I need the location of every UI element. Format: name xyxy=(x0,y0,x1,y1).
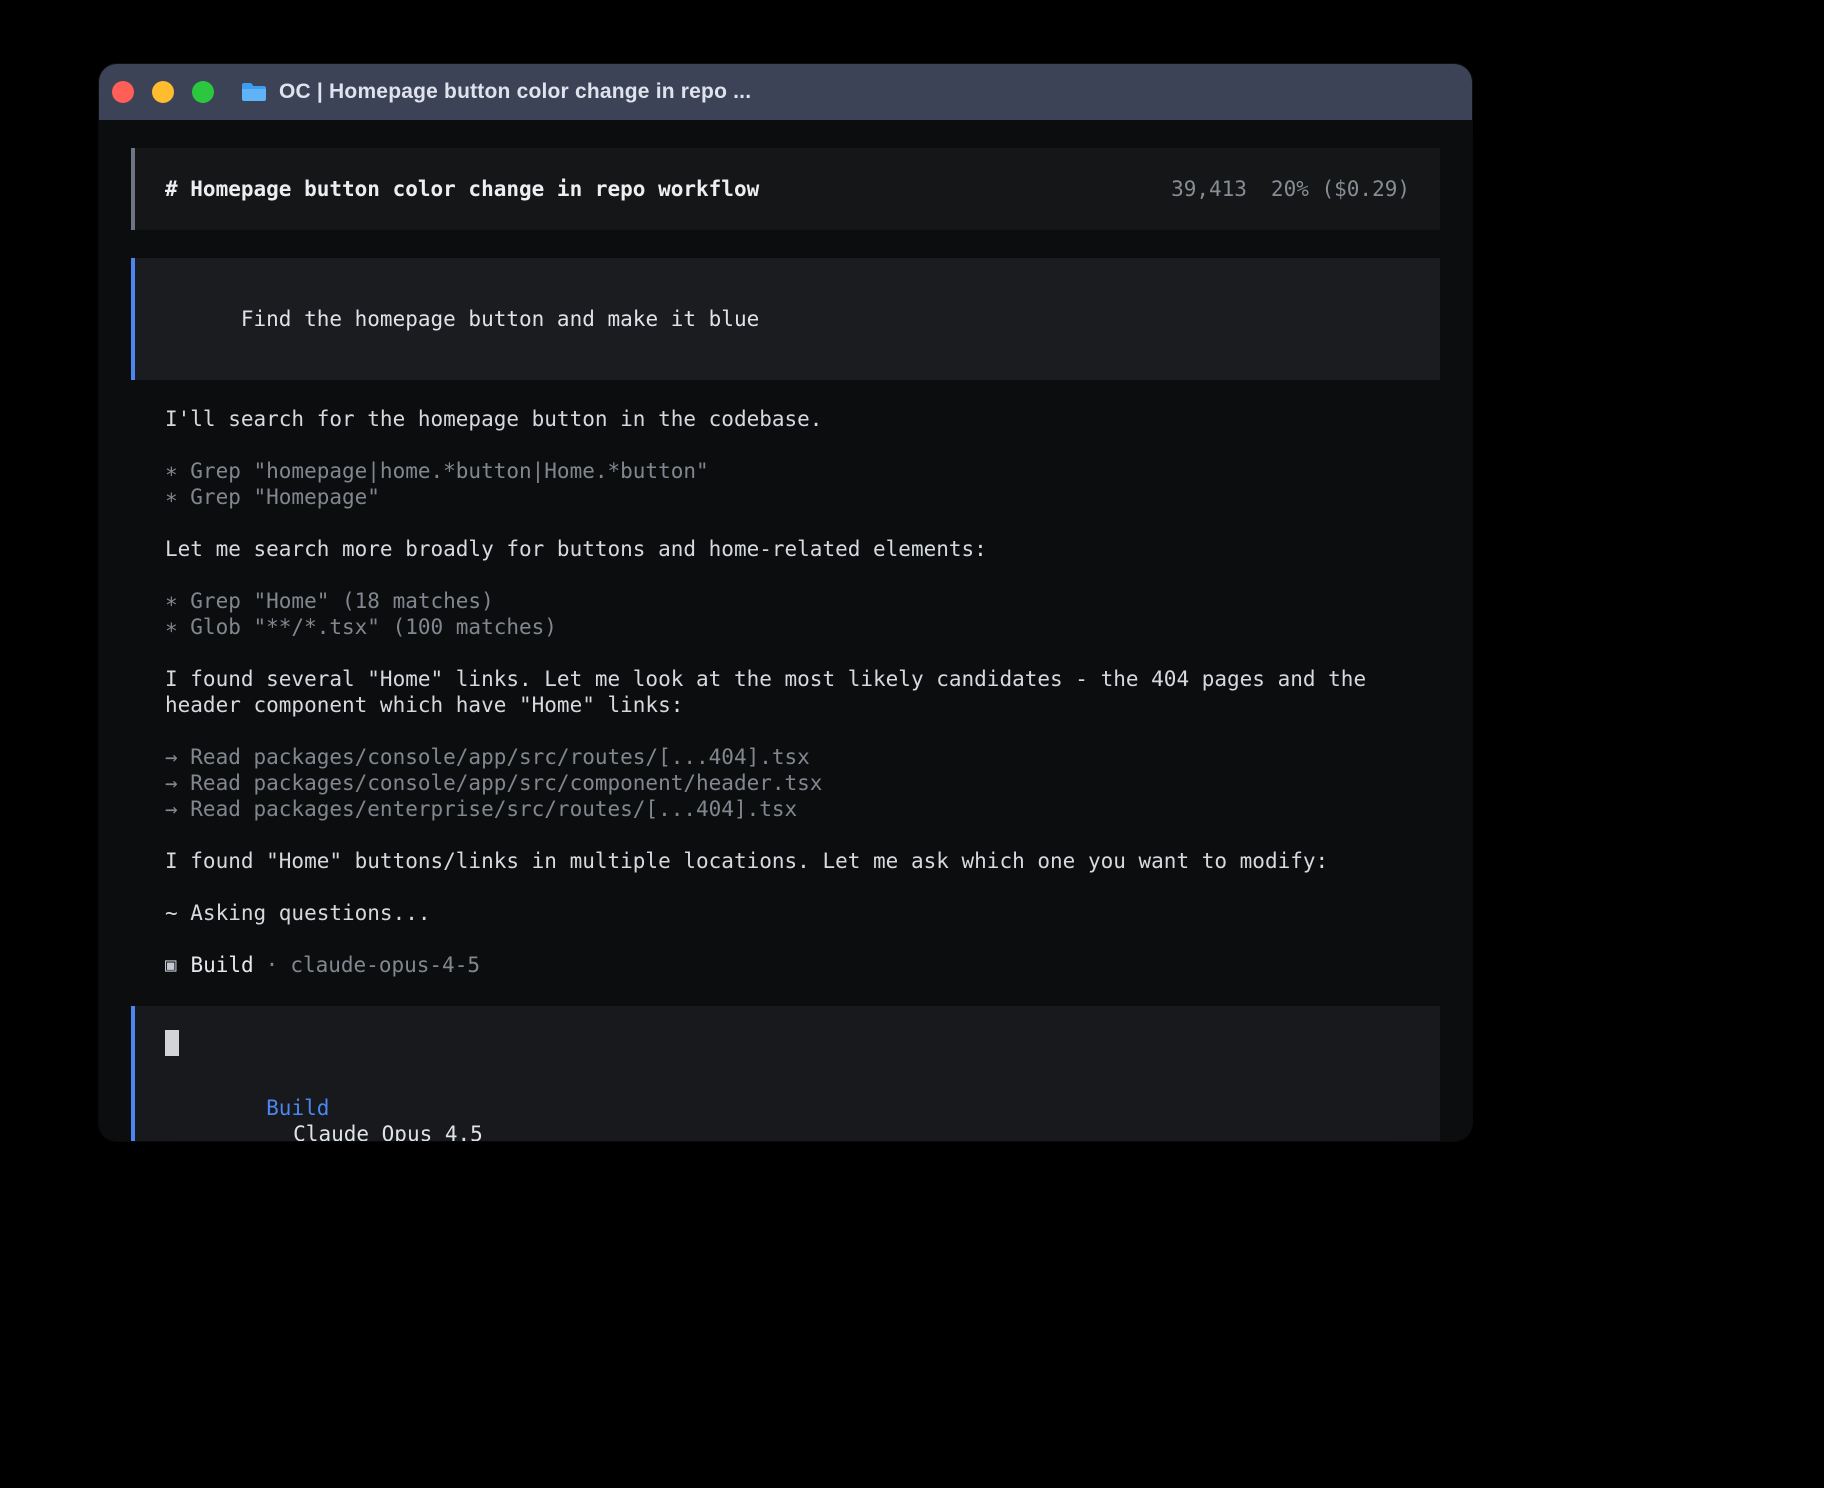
prompt-input[interactable]: Build Claude Opus 4.5 OpenCode Zen xyxy=(131,1006,1440,1141)
tool-call-line: ∗ Grep "homepage|home.*button|Home.*butt… xyxy=(165,458,1440,484)
zoom-window-button[interactable] xyxy=(192,81,214,103)
input-meta: Build Claude Opus 4.5 OpenCode Zen xyxy=(165,1069,1410,1141)
minimize-window-button[interactable] xyxy=(152,81,174,103)
text-cursor xyxy=(165,1030,179,1056)
assistant-status: ~ Asking questions... xyxy=(165,900,1440,926)
session-title: # Homepage button color change in repo w… xyxy=(165,176,759,202)
tool-call-group: ∗ Grep "homepage|home.*button|Home.*butt… xyxy=(165,458,1440,510)
conversation: I'll search for the homepage button in t… xyxy=(131,406,1440,978)
terminal-window: OC | Homepage button color change in rep… xyxy=(99,64,1472,1141)
session-header: # Homepage button color change in repo w… xyxy=(131,148,1440,230)
tool-call-line: → Read packages/enterprise/src/routes/[.… xyxy=(165,796,1440,822)
window-controls xyxy=(112,81,214,103)
tool-call-line: ∗ Grep "Home" (18 matches) xyxy=(165,588,1440,614)
tool-call-group: → Read packages/console/app/src/routes/[… xyxy=(165,744,1440,822)
token-count: 39,413 xyxy=(1171,176,1247,202)
asking-questions-line: ~ Asking questions... xyxy=(165,900,1440,926)
assistant-line: I found several "Home" links. Let me loo… xyxy=(165,666,1440,692)
agent-model: claude-opus-4-5 xyxy=(290,952,480,978)
agent-separator: · xyxy=(266,952,279,978)
close-window-button[interactable] xyxy=(112,81,134,103)
assistant-message: I found several "Home" links. Let me loo… xyxy=(165,666,1440,718)
window-title: OC | Homepage button color change in rep… xyxy=(279,80,751,104)
agent-icon: ▣ xyxy=(165,952,176,978)
agent-status-line: ▣ Build · claude-opus-4-5 xyxy=(165,952,1440,978)
terminal-content: # Homepage button color change in repo w… xyxy=(99,120,1472,1141)
assistant-line: header component which have "Home" links… xyxy=(165,692,1440,718)
titlebar[interactable]: OC | Homepage button color change in rep… xyxy=(99,64,1472,120)
assistant-line: Let me search more broadly for buttons a… xyxy=(165,536,1440,562)
folder-icon xyxy=(240,81,268,103)
assistant-line: I found "Home" buttons/links in multiple… xyxy=(165,848,1440,874)
user-message-text: Find the homepage button and make it blu… xyxy=(241,307,759,331)
tool-call-group: ∗ Grep "Home" (18 matches) ∗ Glob "**/*.… xyxy=(165,588,1440,640)
context-usage: 20% ($0.29) xyxy=(1271,176,1410,202)
agent-name: Build xyxy=(190,952,253,978)
tool-call-line: ∗ Grep "Homepage" xyxy=(165,484,1440,510)
assistant-message: I'll search for the homepage button in t… xyxy=(165,406,1440,432)
assistant-line: I'll search for the homepage button in t… xyxy=(165,406,1440,432)
tool-call-line: ∗ Glob "**/*.tsx" (100 matches) xyxy=(165,614,1440,640)
tool-call-line: → Read packages/console/app/src/routes/[… xyxy=(165,744,1440,770)
assistant-message: Let me search more broadly for buttons a… xyxy=(165,536,1440,562)
tool-call-line: → Read packages/console/app/src/componen… xyxy=(165,770,1440,796)
agent-mode-label[interactable]: Build xyxy=(266,1096,329,1120)
assistant-message: I found "Home" buttons/links in multiple… xyxy=(165,848,1440,874)
session-stats: 39,413 20% ($0.29) xyxy=(1171,176,1410,202)
user-message: Find the homepage button and make it blu… xyxy=(131,258,1440,380)
model-name-label[interactable]: Claude Opus 4.5 xyxy=(293,1122,483,1141)
